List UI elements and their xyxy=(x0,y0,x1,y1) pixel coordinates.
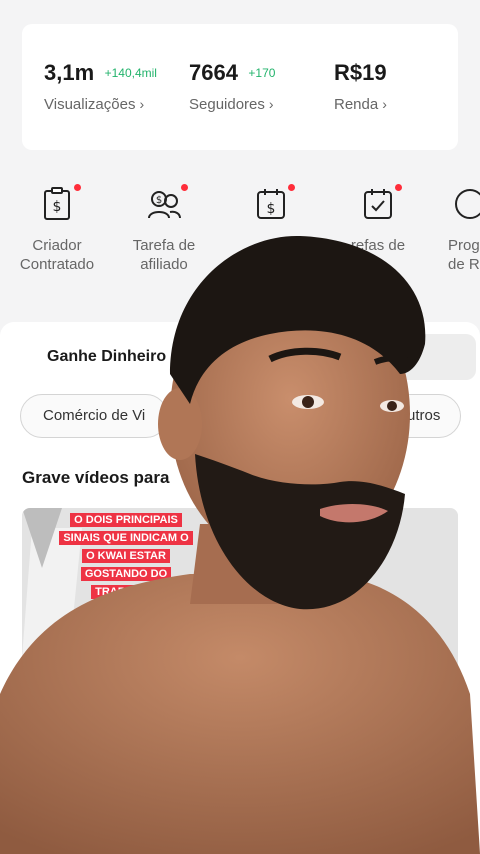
svg-text:$: $ xyxy=(267,201,276,217)
chevron-right-icon: › xyxy=(268,96,274,112)
notification-dot xyxy=(181,184,188,191)
clipboard-dollar-icon: $ xyxy=(44,187,70,220)
stat-label: Visualizações xyxy=(44,96,136,113)
tool-paid-calendar[interactable]: $ xyxy=(226,184,316,222)
stat-delta: +170 xyxy=(248,66,276,80)
calendar-check-icon xyxy=(364,189,392,219)
stat-income[interactable]: R$19 Renda › xyxy=(334,60,387,113)
affiliate-people-icon: $ xyxy=(148,191,181,219)
stat-value: R$19 xyxy=(334,60,387,85)
stats-card: 3,1m +140,4mil Visualizações › 7664 +170 … xyxy=(22,24,458,150)
notification-dot xyxy=(74,184,81,191)
stat-value: 3,1m xyxy=(44,60,95,85)
stat-value: 7664 xyxy=(189,60,238,85)
notification-dot xyxy=(288,184,295,191)
stat-delta: +140,4mil xyxy=(104,66,157,80)
notification-dot xyxy=(395,184,402,191)
screen: 3,1m +140,4mil Visualizações › 7664 +170 … xyxy=(0,0,480,854)
chevron-right-icon: › xyxy=(139,96,145,112)
svg-text:$: $ xyxy=(156,195,162,206)
svg-text:$: $ xyxy=(53,199,62,215)
chevron-right-icon: › xyxy=(382,96,387,112)
person-overlay-image xyxy=(0,235,480,854)
stat-label: Seguidores xyxy=(189,96,265,113)
stat-followers[interactable]: 7664 +170 Seguidores › xyxy=(189,60,275,113)
stat-label: Renda xyxy=(334,96,379,113)
progress-icon xyxy=(455,189,480,219)
stat-views[interactable]: 3,1m +140,4mil Visualizações › xyxy=(44,60,157,113)
calendar-dollar-icon: $ xyxy=(257,189,285,219)
